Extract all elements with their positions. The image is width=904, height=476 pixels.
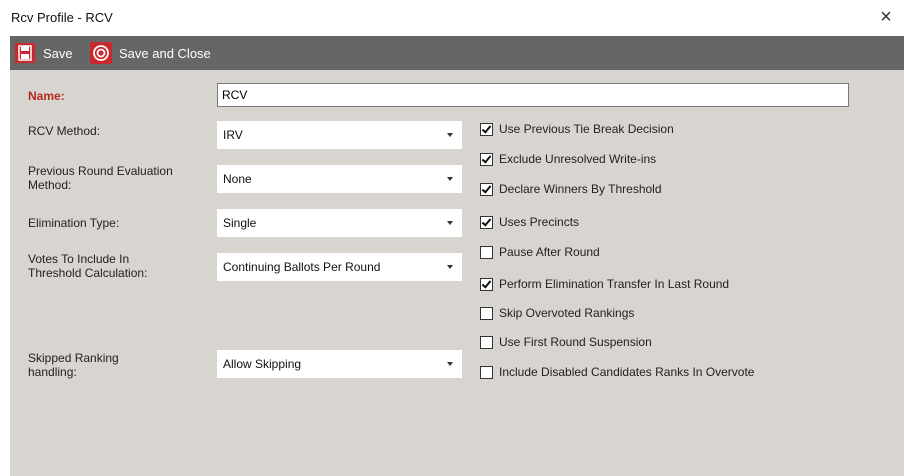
option-label: Skip Overvoted Rankings [499,306,635,320]
chevron-down-icon [447,362,453,366]
option-uses-precincts[interactable]: Uses Precincts [480,214,579,230]
votes-include-label: Votes To Include In Threshold Calculatio… [28,252,147,280]
prev-round-label: Previous Round Evaluation Method: [28,164,173,192]
option-label: Perform Elimination Transfer In Last Rou… [499,277,730,291]
prev-round-label-line2: Method: [28,178,72,192]
elimination-type-dropdown[interactable]: Single [217,209,462,237]
target-icon [90,42,112,64]
toolbar: Save Save and Close [10,36,904,70]
checkbox-icon[interactable] [480,182,493,196]
close-button[interactable]: × [874,6,898,30]
skipped-ranking-label-line1: Skipped Ranking [28,351,119,365]
option-label: Use Previous Tie Break Decision [499,122,674,136]
skipped-ranking-label: Skipped Ranking handling: [28,351,119,379]
save-and-close-button[interactable]: Save and Close [90,36,211,70]
option-pause-after-round[interactable]: Pause After Round [480,244,600,260]
option-label: Declare Winners By Threshold [499,182,662,196]
option-label: Exclude Unresolved Write-ins [499,152,657,166]
option-label: Pause After Round [499,245,600,259]
elimination-type-value: Single [223,216,257,230]
rcv-method-dropdown[interactable]: IRV [217,121,462,149]
option-perform-elimination-transfer[interactable]: Perform Elimination Transfer In Last Rou… [480,276,729,292]
chevron-down-icon [447,265,453,269]
votes-include-value: Continuing Ballots Per Round [223,260,381,274]
votes-include-label-line1: Votes To Include In [28,252,130,266]
votes-include-dropdown[interactable]: Continuing Ballots Per Round [217,253,462,281]
checkbox-icon[interactable] [480,245,493,259]
option-label: Use First Round Suspension [499,335,652,349]
name-input[interactable] [217,83,849,107]
prev-round-value: None [223,172,252,186]
checkbox-icon[interactable] [480,277,493,291]
checkbox-icon[interactable] [480,306,493,320]
floppy-disk-icon [14,42,36,64]
checkbox-icon[interactable] [480,365,493,379]
prev-round-dropdown[interactable]: None [217,165,462,193]
rcv-method-label: RCV Method: [28,124,101,138]
save-and-close-label: Save and Close [119,45,211,61]
chevron-down-icon [447,177,453,181]
save-button[interactable]: Save [14,36,73,70]
title-bar: Rcv Profile - RCV × [0,0,904,36]
skipped-ranking-label-line2: handling: [28,365,77,379]
save-label: Save [43,45,73,61]
chevron-down-icon [447,133,453,137]
skipped-ranking-value: Allow Skipping [223,357,302,371]
option-use-previous-tie-break[interactable]: Use Previous Tie Break Decision [480,121,674,137]
votes-include-label-line2: Threshold Calculation: [28,266,148,280]
option-label: Uses Precincts [499,215,580,229]
elimination-type-label: Elimination Type: [28,216,120,230]
checkbox-icon[interactable] [480,335,493,349]
option-include-disabled-candidates[interactable]: Include Disabled Candidates Ranks In Ove… [480,364,754,380]
name-label: Name: [28,89,65,103]
checkbox-icon[interactable] [480,215,493,229]
checkbox-icon[interactable] [480,122,493,136]
option-exclude-unresolved-write-ins[interactable]: Exclude Unresolved Write-ins [480,151,656,167]
prev-round-label-line1: Previous Round Evaluation [28,164,173,178]
option-declare-winners-by-threshold[interactable]: Declare Winners By Threshold [480,181,662,197]
skipped-ranking-dropdown[interactable]: Allow Skipping [217,350,462,378]
option-label: Include Disabled Candidates Ranks In Ove… [499,365,755,379]
rcv-method-value: IRV [223,128,243,142]
checkbox-icon[interactable] [480,152,493,166]
option-skip-overvoted-rankings[interactable]: Skip Overvoted Rankings [480,305,634,321]
option-use-first-round-suspension[interactable]: Use First Round Suspension [480,334,652,350]
chevron-down-icon [447,221,453,225]
window-title: Rcv Profile - RCV [11,10,113,25]
